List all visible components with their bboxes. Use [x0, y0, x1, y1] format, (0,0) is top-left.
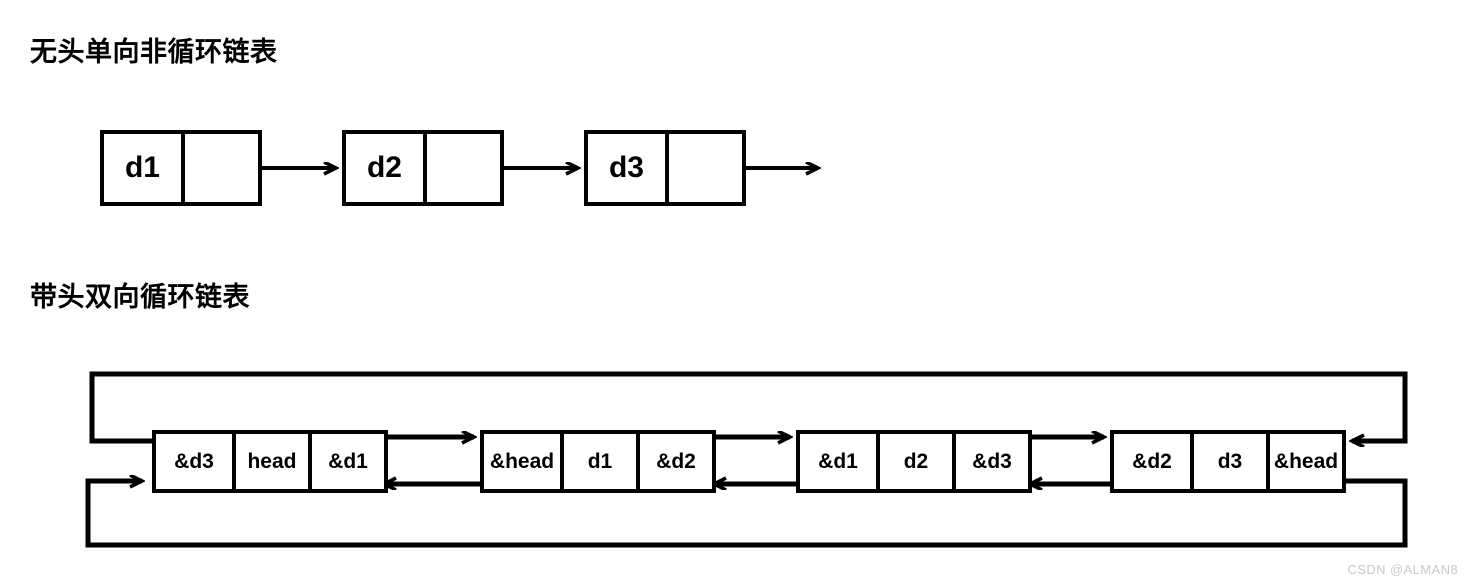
- doubly-node-2-prev: &head: [484, 434, 560, 489]
- doubly-node-4-next: &head: [1266, 434, 1342, 489]
- singly-node-1-data: d1: [104, 134, 181, 202]
- doubly-node-2-data: d1: [560, 434, 636, 489]
- doubly-node-3-prev: &d1: [800, 434, 876, 489]
- singly-node-1-pointer: [181, 134, 258, 202]
- doubly-node-4-data: d3: [1190, 434, 1266, 489]
- singly-node-1: d1: [100, 130, 262, 206]
- doubly-node-2-next: &d2: [636, 434, 712, 489]
- singly-node-2-data: d2: [346, 134, 423, 202]
- singly-node-3-pointer: [665, 134, 742, 202]
- doubly-list-title: 带头双向循环链表: [30, 282, 250, 312]
- singly-node-2-pointer: [423, 134, 500, 202]
- doubly-node-1-prev: &d3: [156, 434, 232, 489]
- doubly-node-4: &d2 d3 &head: [1110, 430, 1346, 493]
- singly-list-title: 无头单向非循环链表: [30, 37, 278, 67]
- doubly-node-2: &head d1 &d2: [480, 430, 716, 493]
- singly-node-3-data: d3: [588, 134, 665, 202]
- doubly-node-1-next: &d1: [308, 434, 384, 489]
- singly-node-3: d3: [584, 130, 746, 206]
- doubly-node-3-data: d2: [876, 434, 952, 489]
- doubly-node-4-prev: &d2: [1114, 434, 1190, 489]
- singly-node-2: d2: [342, 130, 504, 206]
- watermark: CSDN @ALMAN8: [1347, 562, 1458, 577]
- doubly-node-1: &d3 head &d1: [152, 430, 388, 493]
- doubly-node-1-data: head: [232, 434, 308, 489]
- doubly-node-3-next: &d3: [952, 434, 1028, 489]
- doubly-node-3: &d1 d2 &d3: [796, 430, 1032, 493]
